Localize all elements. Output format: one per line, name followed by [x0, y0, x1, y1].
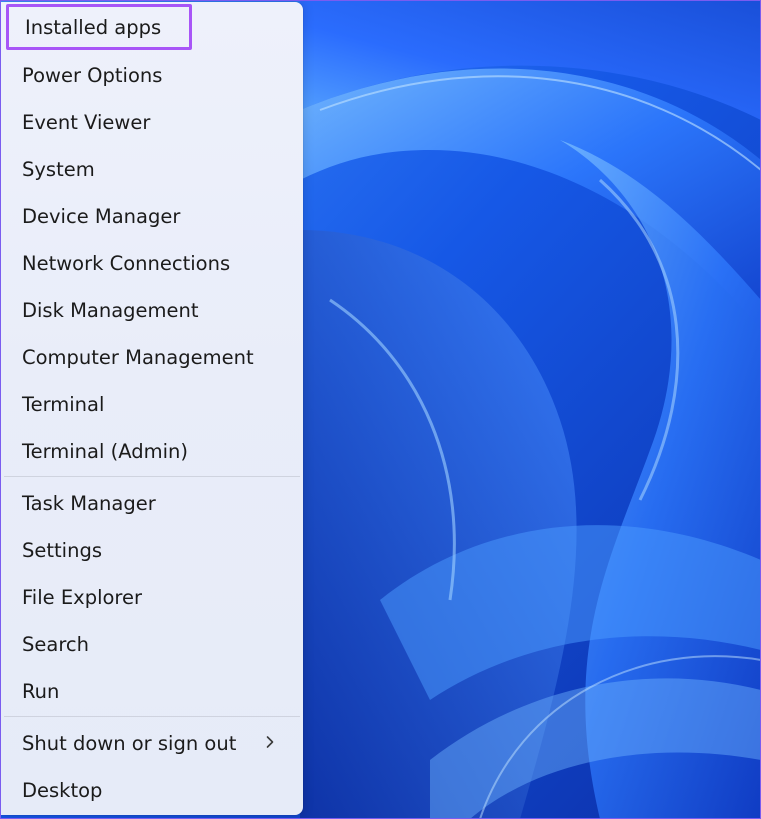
chevron-right-icon — [266, 736, 274, 748]
menu-item-network-connections[interactable]: Network Connections — [4, 241, 300, 285]
desktop[interactable]: Installed apps Power Options Event Viewe… — [0, 0, 761, 819]
menu-separator — [4, 476, 300, 477]
menu-item-desktop[interactable]: Desktop — [4, 768, 300, 812]
menu-item-settings[interactable]: Settings — [4, 528, 300, 572]
menu-item-disk-management[interactable]: Disk Management — [4, 288, 300, 332]
menu-item-computer-management[interactable]: Computer Management — [4, 335, 300, 379]
menu-item-file-explorer[interactable]: File Explorer — [4, 575, 300, 619]
menu-item-event-viewer[interactable]: Event Viewer — [4, 100, 300, 144]
menu-item-run[interactable]: Run — [4, 669, 300, 713]
menu-item-label: Shut down or sign out — [22, 731, 237, 755]
menu-item-power-options[interactable]: Power Options — [4, 53, 300, 97]
menu-item-task-manager[interactable]: Task Manager — [4, 481, 300, 525]
menu-item-device-manager[interactable]: Device Manager — [4, 194, 300, 238]
menu-item-installed-apps[interactable]: Installed apps — [6, 4, 192, 50]
menu-item-shut-down-or-sign-out[interactable]: Shut down or sign out — [4, 721, 300, 765]
menu-item-terminal-admin[interactable]: Terminal (Admin) — [4, 429, 300, 473]
menu-item-system[interactable]: System — [4, 147, 300, 191]
menu-item-search[interactable]: Search — [4, 622, 300, 666]
winx-context-menu: Installed apps Power Options Event Viewe… — [1, 2, 303, 815]
menu-separator — [4, 716, 300, 717]
menu-item-terminal[interactable]: Terminal — [4, 382, 300, 426]
